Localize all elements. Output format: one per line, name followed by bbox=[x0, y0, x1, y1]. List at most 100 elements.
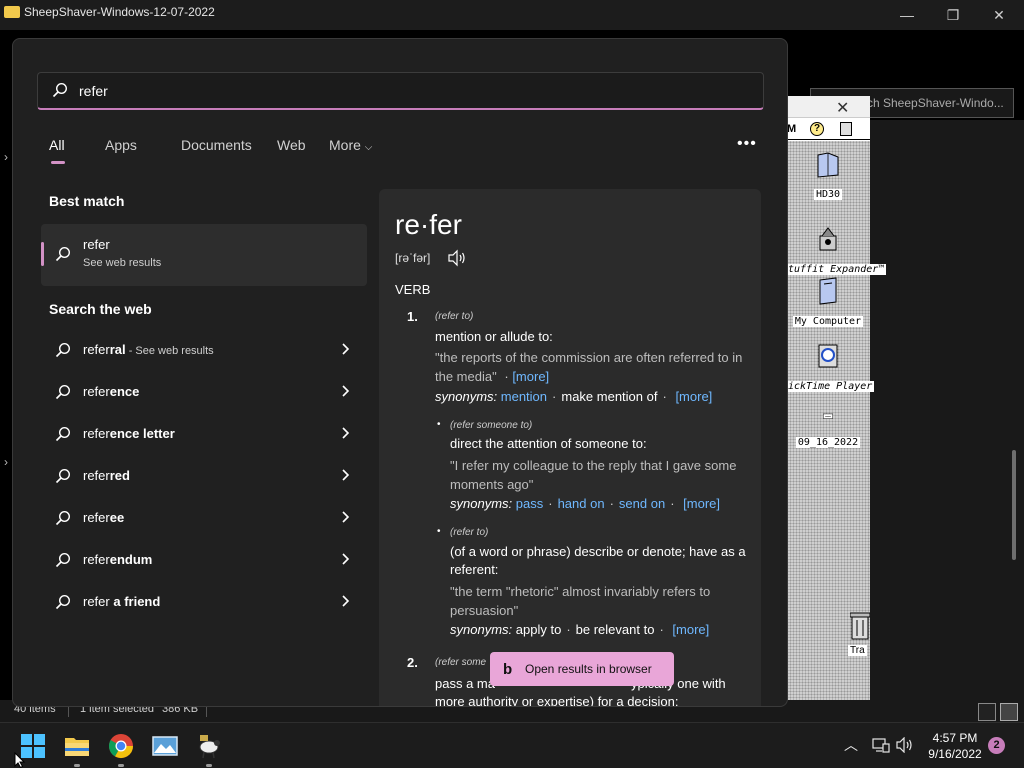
synonym-link[interactable]: send on bbox=[619, 496, 665, 511]
dictionary-card: re·fer [rəˈfər] VERB 1. (refer to) menti… bbox=[379, 189, 761, 707]
web-result-item[interactable]: reference bbox=[41, 373, 367, 411]
sense-number: 2. bbox=[407, 655, 418, 670]
tab-all[interactable]: All bbox=[49, 137, 65, 153]
more-link[interactable]: · [more] bbox=[500, 369, 549, 384]
mac-help-icon[interactable]: ? bbox=[810, 122, 824, 136]
chevron-right-icon[interactable] bbox=[337, 551, 353, 567]
maximize-button[interactable]: ❐ bbox=[930, 0, 976, 30]
chevron-right-icon[interactable] bbox=[337, 425, 353, 441]
web-result-label: reference letter bbox=[83, 426, 175, 441]
chevron-icon: › bbox=[4, 150, 8, 164]
quicktime-icon bbox=[818, 344, 838, 368]
sense-bullet: • bbox=[437, 419, 441, 430]
taskbar-clock[interactable]: 4:57 PM 9/16/2022 bbox=[920, 730, 990, 762]
sheepshaver-close-button[interactable]: ✕ bbox=[836, 98, 849, 118]
chevron-right-icon[interactable] bbox=[337, 467, 353, 483]
tab-documents[interactable]: Documents bbox=[181, 137, 252, 153]
running-indicator bbox=[74, 764, 80, 767]
tab-more[interactable]: More ⌵ bbox=[329, 137, 372, 153]
sheepshaver-window[interactable]: ✕ M ? HD30 tuffit Expander™ My Computer … bbox=[786, 96, 887, 700]
open-results-label: Open results in browser bbox=[525, 662, 652, 676]
stuffit-icon bbox=[819, 227, 837, 251]
notification-badge[interactable]: 2 bbox=[988, 737, 1005, 754]
sense-definition-line: more authority or expertise) for a decis… bbox=[435, 694, 679, 707]
part-of-speech: VERB bbox=[395, 282, 431, 297]
search-input[interactable]: refer bbox=[37, 72, 764, 110]
search-query-text: refer bbox=[79, 83, 108, 99]
photos-icon[interactable] bbox=[151, 732, 179, 760]
synonym-link[interactable]: mention bbox=[501, 389, 547, 404]
sense-synonyms: synonyms: pass · hand on · send on · [more] bbox=[450, 496, 720, 511]
best-match-title: refer bbox=[83, 237, 110, 252]
more-link[interactable]: [more] bbox=[672, 622, 709, 637]
explorer-title: SheepShaver-Windows-12-07-2022 bbox=[24, 5, 215, 19]
sheepshaver-icon[interactable] bbox=[195, 732, 223, 760]
mac-icon-my-computer[interactable]: My Computer bbox=[786, 276, 870, 329]
web-result-item[interactable]: referendum bbox=[41, 541, 367, 579]
speaker-icon[interactable] bbox=[447, 249, 467, 267]
explorer-scrollbar[interactable] bbox=[1012, 450, 1016, 560]
synonym-link[interactable]: pass bbox=[516, 496, 543, 511]
search-icon bbox=[52, 82, 68, 98]
web-result-label: refer a friend bbox=[83, 594, 161, 609]
search-panel: refer All Apps Documents Web More ⌵ ••• … bbox=[12, 38, 788, 707]
synonym-link[interactable]: hand on bbox=[558, 496, 605, 511]
sense-number: 1. bbox=[407, 309, 418, 324]
volume-icon[interactable] bbox=[896, 737, 914, 753]
chrome-icon[interactable] bbox=[107, 732, 135, 760]
folder-icon bbox=[4, 6, 20, 18]
tab-apps[interactable]: Apps bbox=[105, 137, 137, 153]
chevron-right-icon[interactable] bbox=[337, 383, 353, 399]
mac-icon-stuffit-expander[interactable]: tuffit Expander™ bbox=[786, 224, 887, 277]
mac-icon-quicktime-player[interactable]: ickTime Player bbox=[786, 341, 875, 394]
mac-icon-hd30[interactable]: HD30 bbox=[786, 149, 870, 202]
tab-web[interactable]: Web bbox=[277, 137, 306, 153]
search-icon bbox=[55, 510, 71, 526]
chevron-right-icon[interactable] bbox=[337, 509, 353, 525]
close-button[interactable]: ✕ bbox=[976, 0, 1022, 30]
mac-app-icon[interactable] bbox=[840, 122, 852, 136]
sense-definition: direct the attention of someone to: bbox=[450, 436, 647, 451]
dictionary-pronunciation: [rəˈfər] bbox=[395, 251, 431, 265]
web-result-item[interactable]: referee bbox=[41, 499, 367, 537]
chevron-right-icon[interactable] bbox=[337, 341, 353, 357]
bing-icon: b bbox=[503, 661, 513, 678]
sense-example: "the reports of the commission are often… bbox=[435, 350, 743, 384]
best-match-heading: Best match bbox=[49, 193, 125, 209]
tiles-view-button[interactable] bbox=[1000, 703, 1018, 721]
web-result-item[interactable]: referred bbox=[41, 457, 367, 495]
show-hidden-icons-chevron[interactable]: ︿ bbox=[844, 735, 858, 755]
open-results-in-browser-button[interactable]: b Open results in browser bbox=[490, 652, 674, 686]
best-match-result[interactable]: refer See web results bbox=[41, 224, 367, 286]
sense-bullet: • bbox=[437, 526, 441, 537]
computer-icon bbox=[819, 277, 837, 305]
search-icon bbox=[55, 384, 71, 400]
details-view-button[interactable] bbox=[978, 703, 996, 721]
explorer-titlebar: SheepShaver-Windows-12-07-2022 — ❐ ✕ bbox=[0, 0, 1024, 30]
synonym-text: be relevant to bbox=[575, 622, 655, 637]
sense-definition: (of a word or phrase) describe or denote… bbox=[450, 544, 746, 577]
web-result-item[interactable]: reference letter bbox=[41, 415, 367, 453]
chevron-right-icon[interactable] bbox=[337, 593, 353, 609]
web-result-item[interactable]: referral - See web results bbox=[41, 331, 367, 369]
file-icon bbox=[823, 413, 833, 419]
folder-icon bbox=[817, 152, 839, 178]
mac-desktop: HD30 tuffit Expander™ My Computer ickTim… bbox=[786, 141, 887, 700]
sense-example: "the term "rhetoric" almost invariably r… bbox=[450, 584, 711, 618]
mac-trash-label: Tra bbox=[848, 645, 867, 656]
mac-menu-item[interactable]: M bbox=[787, 123, 796, 135]
network-icon[interactable] bbox=[872, 737, 890, 753]
search-web-heading: Search the web bbox=[49, 301, 152, 317]
taskbar: ︿ 4:57 PM 9/16/2022 2 bbox=[0, 722, 1024, 768]
web-result-label: referendum bbox=[83, 552, 153, 567]
more-options-icon[interactable]: ••• bbox=[737, 135, 757, 153]
chevron-icon: › bbox=[4, 455, 8, 469]
more-link[interactable]: [more] bbox=[683, 496, 720, 511]
minimize-button[interactable]: — bbox=[884, 0, 930, 30]
more-link[interactable]: [more] bbox=[675, 389, 712, 404]
mac-icon-file-09-16-2022[interactable]: 09_16_2022 bbox=[786, 413, 870, 450]
web-result-item[interactable]: refer a friend bbox=[41, 583, 367, 621]
file-explorer-icon[interactable] bbox=[63, 732, 91, 760]
trash-icon[interactable] bbox=[850, 609, 870, 641]
sense-synonyms: synonyms: apply to · be relevant to · [more… bbox=[450, 622, 710, 637]
